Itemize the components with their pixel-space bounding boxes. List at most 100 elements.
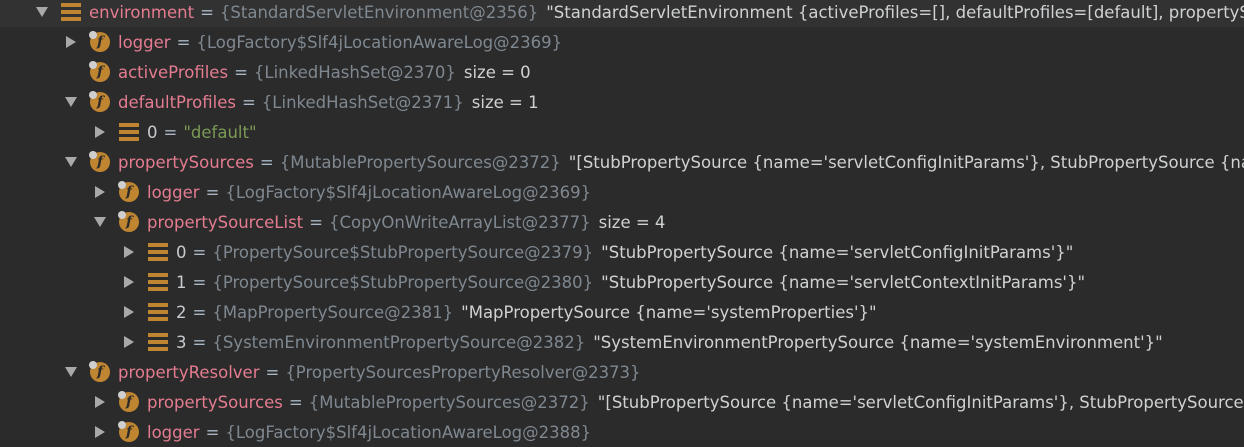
object-reference: {PropertySource$StubPropertySource@2379} <box>212 242 594 262</box>
field-glyph: f <box>118 211 139 232</box>
array-element-icon <box>147 241 169 263</box>
equals-sign: = <box>241 92 256 112</box>
collapse-arrow-icon[interactable] <box>92 214 108 230</box>
object-reference: {CopyOnWriteArrayList@2377} <box>328 212 591 232</box>
equals-sign: = <box>205 422 220 442</box>
expand-arrow-icon[interactable] <box>121 334 137 350</box>
object-reference: {MapPropertySource@2381} <box>212 302 454 322</box>
object-reference: {LinkedHashSet@2371} <box>261 92 464 112</box>
tree-row[interactable]: f defaultProfiles = {LinkedHashSet@2371} siz… <box>0 87 1244 117</box>
field-icon: f <box>118 211 140 233</box>
variable-value: "SystemEnvironmentPropertySource {name='… <box>593 332 1163 352</box>
object-reference: {MutablePropertySources@2372} <box>308 392 590 412</box>
variable-name: 0 <box>147 122 158 142</box>
expand-arrow-icon[interactable] <box>121 244 137 260</box>
expand-arrow-icon[interactable] <box>121 274 137 290</box>
variable-value: "StandardServletEnvironment {activeProfi… <box>546 2 1244 22</box>
variable-name: propertySources <box>118 152 254 172</box>
tree-row[interactable]: f propertySourceList = {CopyOnWriteArrayLis… <box>0 207 1244 237</box>
field-glyph: f <box>89 31 110 52</box>
tree-row[interactable]: f logger = {LogFactory$Slf4jLocationAwareLo… <box>0 417 1244 447</box>
field-glyph: f <box>89 61 110 82</box>
equals-sign: = <box>163 122 178 142</box>
field-icon: f <box>89 31 111 53</box>
field-icon: f <box>89 151 111 173</box>
variable-name: environment <box>89 2 195 22</box>
field-glyph: f <box>89 151 110 172</box>
field-icon: f <box>118 391 140 413</box>
variable-value: size = 1 <box>471 92 539 112</box>
variable-name: propertySourceList <box>147 212 304 232</box>
tree-row[interactable]: f logger = {LogFactory$Slf4jLocationAwareLo… <box>0 27 1244 57</box>
expand-arrow-icon[interactable] <box>121 304 137 320</box>
tree-row[interactable]: 2 = {MapPropertySource@2381} "MapPropertySo… <box>0 297 1244 327</box>
variable-value: "MapPropertySource {name='systemProperti… <box>461 302 877 322</box>
expand-arrow-icon[interactable] <box>63 34 79 50</box>
object-reference: {PropertySource$StubPropertySource@2380} <box>212 272 594 292</box>
field-glyph: f <box>118 181 139 202</box>
field-glyph: f <box>118 421 139 442</box>
variable-value: "[StubPropertySource {name='servletConfi… <box>568 152 1244 172</box>
object-reference: {SystemEnvironmentPropertySource@2382} <box>212 332 586 352</box>
tree-row[interactable]: 0 = {PropertySource$StubPropertySource@237… <box>0 237 1244 267</box>
equals-sign: = <box>234 62 248 82</box>
variable-name: logger <box>147 422 200 442</box>
variable-value: "StubPropertySource {name='servletConfig… <box>601 242 1074 262</box>
equals-sign: = <box>192 302 207 322</box>
tree-row[interactable]: f activeProfiles = {LinkedHashSet@2370} size… <box>0 57 1244 87</box>
tree-row[interactable]: f propertySources = {MutablePropertySources… <box>0 147 1244 177</box>
array-element-icon <box>118 121 140 143</box>
object-reference: {LogFactory$Slf4jLocationAwareLog@2388} <box>225 422 592 442</box>
field-icon: f <box>118 421 140 443</box>
field-icon: f <box>89 91 111 113</box>
tree-row[interactable]: environment = {StandardServletEnvironment@… <box>0 0 1244 27</box>
stack-icon <box>60 1 82 23</box>
debugger-variables-tree: environment = {StandardServletEnvironment@… <box>0 0 1244 447</box>
field-glyph: f <box>89 91 110 112</box>
array-element-icon <box>147 331 169 353</box>
variable-value: size = 4 <box>598 212 666 232</box>
expand-arrow-icon[interactable] <box>92 394 108 410</box>
variable-name: 3 <box>176 332 187 352</box>
variable-name: 1 <box>176 272 187 292</box>
expand-arrow-icon[interactable] <box>92 124 108 140</box>
tree-row[interactable]: f logger = {LogFactory$Slf4jLocationAwareLo… <box>0 177 1244 207</box>
variable-name: defaultProfiles <box>118 92 236 112</box>
tree-row[interactable]: f propertySources = {MutablePropertySources… <box>0 387 1244 417</box>
tree-row[interactable]: f propertyResolver = {PropertySourcesProper… <box>0 357 1244 387</box>
variable-name: 2 <box>176 302 187 322</box>
variable-value: size = 0 <box>463 62 531 82</box>
collapse-arrow-icon[interactable] <box>34 4 50 20</box>
array-element-icon <box>147 301 169 323</box>
collapse-arrow-icon[interactable] <box>63 94 79 110</box>
variable-name: 0 <box>176 242 187 262</box>
object-reference: {PropertySourcesPropertyResolver@2373} <box>285 362 641 382</box>
variable-name: logger <box>118 32 171 52</box>
equals-sign: = <box>205 182 220 202</box>
variable-value: "[StubPropertySource {name='servletConfi… <box>597 392 1244 412</box>
object-reference: {StandardServletEnvironment@2356} <box>219 2 539 22</box>
tree-row[interactable]: 0 = "default" <box>0 117 1244 147</box>
field-glyph: f <box>89 361 110 382</box>
variable-name: propertyResolver <box>118 362 260 382</box>
variable-name: propertySources <box>147 392 283 412</box>
variable-name: logger <box>147 182 200 202</box>
equals-sign: = <box>192 242 207 262</box>
equals-sign: = <box>192 272 207 292</box>
object-reference: {LogFactory$Slf4jLocationAwareLog@2369} <box>196 32 563 52</box>
collapse-arrow-icon[interactable] <box>63 364 79 380</box>
tree-row[interactable]: 3 = {SystemEnvironmentPropertySource@2382}… <box>0 327 1244 357</box>
field-glyph: f <box>118 391 139 412</box>
tree-row[interactable]: 1 = {PropertySource$StubPropertySource@238… <box>0 267 1244 297</box>
variable-name: activeProfiles <box>118 62 229 82</box>
collapse-arrow-icon[interactable] <box>63 154 79 170</box>
array-element-icon <box>147 271 169 293</box>
equals-sign: = <box>192 332 207 352</box>
object-reference: {MutablePropertySources@2372} <box>279 152 561 172</box>
expand-arrow-icon[interactable] <box>92 184 108 200</box>
equals-sign: = <box>309 212 323 232</box>
expander-placeholder <box>63 64 79 80</box>
equals-sign: = <box>200 2 214 22</box>
object-reference: {LinkedHashSet@2370} <box>253 62 456 82</box>
expand-arrow-icon[interactable] <box>92 424 108 440</box>
